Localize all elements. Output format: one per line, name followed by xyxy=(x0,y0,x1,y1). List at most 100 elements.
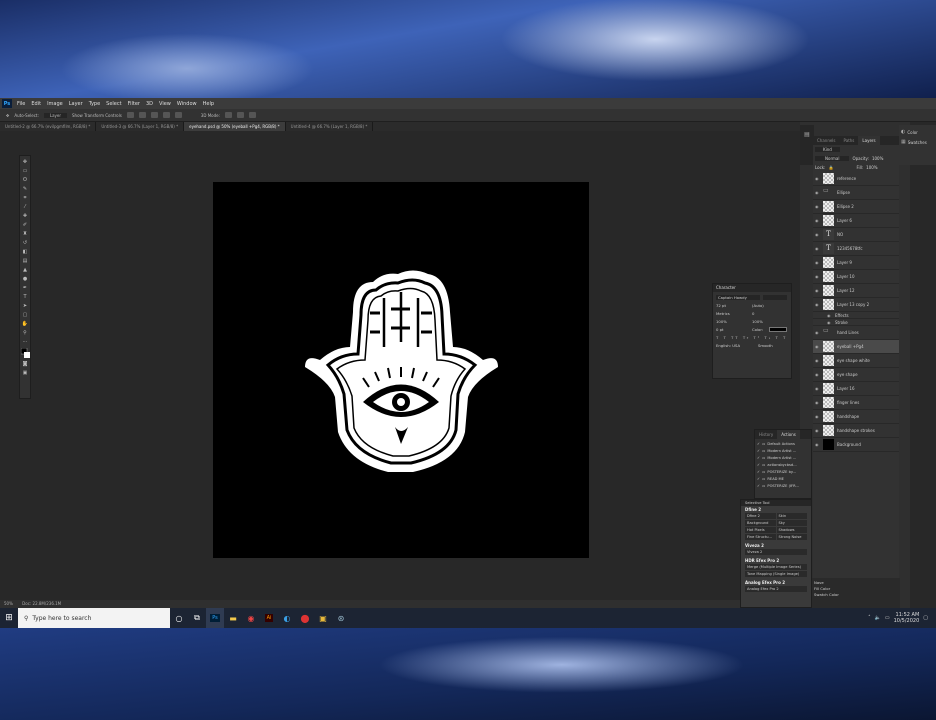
3d-pan-button[interactable] xyxy=(236,112,244,118)
blur-tool-icon[interactable]: ▲ xyxy=(21,267,29,273)
document-canvas[interactable] xyxy=(213,182,589,558)
show-transform-checkbox[interactable]: Show Transform Controls xyxy=(72,113,122,118)
panel-history-icon[interactable]: ▤ xyxy=(800,131,814,138)
screen-mode-icon[interactable]: ▣ xyxy=(21,370,29,376)
swatches-panel-icon[interactable]: ▦ xyxy=(901,139,906,145)
color-panel-icon[interactable]: ◐ xyxy=(901,129,905,135)
hdr-tonemap-button[interactable]: Tone Mapping (Single Image) xyxy=(745,571,807,577)
visibility-eye-icon[interactable]: ◉ xyxy=(815,428,820,433)
tab-layers[interactable]: Layers xyxy=(858,136,880,145)
zoom-level[interactable]: 50% xyxy=(4,601,13,606)
color-panel-label[interactable]: Color xyxy=(907,130,917,135)
tab-untitled-3[interactable]: Untitled-3 @ 66.7% (Layer 1, RGB/8) * xyxy=(96,122,185,131)
leading-input[interactable]: (Auto) xyxy=(752,303,764,308)
auto-select-label[interactable]: Auto-Select: xyxy=(14,113,39,118)
cortana-icon[interactable]: ○ xyxy=(170,608,188,628)
shape-tool-icon[interactable]: ▢ xyxy=(21,312,29,318)
checkmark-icon[interactable]: ✓ xyxy=(757,463,760,467)
checkmark-icon[interactable]: ✓ xyxy=(757,442,760,446)
align-left-button[interactable] xyxy=(126,112,134,118)
font-family-dropdown[interactable]: Captain Howdy xyxy=(716,295,760,300)
opacity-input[interactable]: 100% xyxy=(872,156,883,161)
edge-icon[interactable]: ◐ xyxy=(278,608,296,628)
layer-row[interactable]: ◉ finger lines xyxy=(813,396,899,410)
checkmark-icon[interactable]: ✓ xyxy=(757,470,760,474)
visibility-eye-icon[interactable]: ◉ xyxy=(815,232,820,237)
tab-history[interactable]: History xyxy=(755,430,777,439)
layer-row[interactable]: ◉ ▭ Ellipse xyxy=(813,186,899,200)
steam-icon[interactable]: ⊛ xyxy=(332,608,350,628)
checkmark-icon[interactable]: ✓ xyxy=(757,477,760,481)
pen-tool-icon[interactable]: ✒ xyxy=(21,285,29,291)
layer-row[interactable]: ◉ eyeball +Pg4 xyxy=(813,340,899,354)
brush-tool-icon[interactable]: ✐ xyxy=(21,222,29,228)
taskbar-search-box[interactable]: ⚲ Type here to search xyxy=(18,608,170,628)
visibility-eye-icon[interactable]: ◉ xyxy=(827,320,832,325)
checkmark-icon[interactable]: ✓ xyxy=(757,449,760,453)
visibility-eye-icon[interactable]: ◉ xyxy=(815,442,820,447)
checkmark-icon[interactable]: ✓ xyxy=(757,484,760,488)
action-row[interactable]: ✓ ▭ Modern Artist ... xyxy=(757,447,809,454)
tab-actions[interactable]: Actions xyxy=(777,430,800,439)
hot-pixels-button[interactable]: Hot Pixels xyxy=(745,527,776,533)
checkmark-icon[interactable]: ✓ xyxy=(757,456,760,460)
path-select-tool-icon[interactable]: ➤ xyxy=(21,303,29,309)
layer-row[interactable]: ◉ Layer 9 xyxy=(813,256,899,270)
skin-button[interactable]: Skin xyxy=(776,513,807,519)
illustrator-icon[interactable]: Ai xyxy=(260,608,278,628)
app-yellow-icon[interactable]: ▣ xyxy=(314,608,332,628)
hand-tool-icon[interactable]: ✋ xyxy=(21,321,29,327)
visibility-eye-icon[interactable]: ◉ xyxy=(815,330,820,335)
visibility-eye-icon[interactable]: ◉ xyxy=(815,344,820,349)
auto-select-dropdown[interactable]: Layer xyxy=(43,112,68,118)
taskbar-clock[interactable]: 11:52 AM 10/5/2020 xyxy=(894,612,920,624)
visibility-eye-icon[interactable]: ◉ xyxy=(815,414,820,419)
background-button[interactable]: Background xyxy=(745,520,776,526)
strong-noise-button[interactable]: Strong Noise xyxy=(776,534,807,540)
quick-select-tool-icon[interactable]: ✎ xyxy=(21,186,29,192)
visibility-eye-icon[interactable]: ◉ xyxy=(815,302,820,307)
marquee-tool-icon[interactable]: ▭ xyxy=(21,168,29,174)
gradient-tool-icon[interactable]: ▤ xyxy=(21,258,29,264)
photoshop-icon[interactable]: Ps xyxy=(206,608,224,628)
menu-image[interactable]: Image xyxy=(44,101,66,107)
zoom-tool-icon[interactable]: ⚲ xyxy=(21,330,29,336)
notifications-icon[interactable]: ▢ xyxy=(923,615,928,621)
layer-row[interactable]: ◉ handshape xyxy=(813,410,899,424)
viveza-section-heading[interactable]: Viveza 2 xyxy=(741,542,811,549)
layer-row[interactable]: ◉ Effects xyxy=(813,312,899,319)
layer-row[interactable]: ◉ Layer 10 xyxy=(813,270,899,284)
visibility-eye-icon[interactable]: ◉ xyxy=(815,358,820,363)
visibility-eye-icon[interactable]: ◉ xyxy=(815,400,820,405)
chrome-icon[interactable]: ◉ xyxy=(242,608,260,628)
visibility-eye-icon[interactable]: ◉ xyxy=(815,204,820,209)
action-row[interactable]: ✓ ▭ POSTERIZE by... xyxy=(757,468,809,475)
bottom-item-3[interactable]: Swatch Color xyxy=(814,592,898,598)
menu-3d[interactable]: 3D xyxy=(143,101,156,107)
visibility-eye-icon[interactable]: ◉ xyxy=(815,372,820,377)
quick-mask-icon[interactable]: ◙ xyxy=(21,361,29,367)
fill-input[interactable]: 100% xyxy=(866,165,877,170)
visibility-eye-icon[interactable]: ◉ xyxy=(815,260,820,265)
type-tool-icon[interactable]: T xyxy=(21,294,29,300)
dodge-tool-icon[interactable]: ● xyxy=(21,276,29,282)
layer-row[interactable]: ◉ ▭ hand Lines xyxy=(813,326,899,340)
layer-row[interactable]: ◉ T 12345678tfc xyxy=(813,242,899,256)
layer-row[interactable]: ◉ Layer 16 xyxy=(813,382,899,396)
align-center-button[interactable] xyxy=(138,112,146,118)
language-dropdown[interactable]: English: USA xyxy=(716,343,752,348)
dfine-button[interactable]: Dfine 2 xyxy=(745,513,776,519)
menu-type[interactable]: Type xyxy=(86,101,103,107)
shadows-button[interactable]: Shadows xyxy=(776,527,807,533)
tab-eyehand[interactable]: eyehand.psd @ 50% (eyeball +Pg4, RGB/8) … xyxy=(184,122,286,131)
vertical-scale-input[interactable]: 100% xyxy=(716,319,746,324)
filter-kind-dropdown[interactable]: Kind xyxy=(815,147,840,152)
eraser-tool-icon[interactable]: ◧ xyxy=(21,249,29,255)
visibility-eye-icon[interactable]: ◉ xyxy=(815,386,820,391)
action-row[interactable]: ✓ ▭ READ ME xyxy=(757,475,809,482)
hdr-merge-button[interactable]: Merge (Multiple Image Series) xyxy=(745,564,807,570)
layer-row[interactable]: ◉ T NO xyxy=(813,228,899,242)
viveza-button[interactable]: Viveza 2 xyxy=(745,549,807,555)
3d-slide-button[interactable] xyxy=(248,112,256,118)
text-color-swatch[interactable] xyxy=(769,327,788,332)
